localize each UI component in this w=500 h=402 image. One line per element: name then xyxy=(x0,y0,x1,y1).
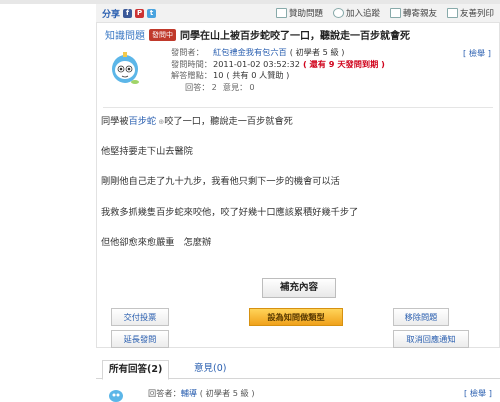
print-button[interactable]: 友善列印 xyxy=(446,7,494,19)
coin-icon xyxy=(275,8,287,18)
question-title-row: 知識問題 發問中 同學在山上被百步蛇咬了一口，聽說走一百步就會死 xyxy=(105,27,410,42)
snake-keyword-link[interactable]: 百步蛇 xyxy=(129,116,157,127)
points-value: 10 xyxy=(213,70,224,80)
opinions-label: 意見： xyxy=(222,81,248,92)
supplement-button[interactable]: 補充內容 xyxy=(262,278,336,298)
points-note: ( 共有 0 人贊助 ) xyxy=(226,70,290,80)
add-follow-label: 加入追蹤 xyxy=(345,9,380,19)
body-line-1: 同學被百步蛇 ⊕咬了一口，聽說走一百步就會死 xyxy=(101,113,293,127)
forward-friend-button[interactable]: 轉寄親友 xyxy=(389,7,437,19)
body-line-1-post: 咬了一口，聽說走一百步就會死 xyxy=(164,116,293,127)
search-icon: ⊕ xyxy=(156,118,165,126)
time-label: 發問時間： xyxy=(171,58,212,69)
tab-opinions[interactable]: 意見(0) xyxy=(188,360,232,378)
answerer-label: 回答者： xyxy=(148,388,181,398)
printer-icon xyxy=(446,8,458,18)
answers-count: 2 xyxy=(211,81,217,92)
question-toolbar: 分享 f P t 贊助問題 加入追蹤 轉寄親友 友善列印 xyxy=(96,4,500,23)
body-line-4: 我救多抓幾隻百步蛇來咬他，咬了好幾十口應該累積好幾千步了 xyxy=(101,207,359,218)
answerer-name-link[interactable]: 輔導 xyxy=(181,388,197,398)
question-panel: 知識問題 發問中 同學在山上被百步蛇咬了一口，聽說走一百步就會死 發問者： 紅包… xyxy=(96,22,500,348)
status-badge: 發問中 xyxy=(149,28,176,41)
question-category: 知識問題 xyxy=(105,31,145,42)
set-interesting-button[interactable]: 設為知問做類型 xyxy=(249,308,343,326)
answer-item: 回答者：輔導 ( 初學者 5 級 ) [ 檢舉 ] xyxy=(96,384,500,402)
answerer-level: ( 初學者 5 級 ) xyxy=(199,388,255,398)
add-follow-button[interactable]: 加入追蹤 xyxy=(332,7,380,19)
cancel-notify-button[interactable]: 取消回應通知 xyxy=(393,330,469,348)
asker-name-link[interactable]: 紅包禮金我有包六百 xyxy=(213,47,287,59)
body-line-5: 但他卻愈來愈嚴重 怎麼辦 xyxy=(101,237,212,248)
opinions-count: 0 xyxy=(249,81,255,92)
asker-level: ( 初學者 5 級 ) xyxy=(289,47,345,57)
vote-button[interactable]: 交付投票 xyxy=(111,308,169,326)
time-remaining: ( 還有 9 天發問到期 ) xyxy=(302,58,385,69)
body-line-3: 剛剛他自己走了九十九步，我看他只剩下一步的機會可以活 xyxy=(101,176,340,187)
asker-label: 發問者： xyxy=(171,47,204,57)
question-time: 2011-01-02 03:52:32 xyxy=(213,58,300,69)
answerer-avatar-icon[interactable] xyxy=(108,387,124,402)
tab-all-answers[interactable]: 所有回答(2) xyxy=(102,360,170,380)
plus-icon xyxy=(332,8,344,18)
asker-avatar-icon[interactable] xyxy=(109,49,141,87)
meta-divider xyxy=(103,107,493,108)
plurk-share-icon[interactable]: P xyxy=(135,8,145,18)
body-line-1-pre: 同學被 xyxy=(101,116,129,127)
extend-question-button[interactable]: 延長發問 xyxy=(111,330,169,348)
twitter-share-icon[interactable]: t xyxy=(147,8,157,18)
sponsor-question-button[interactable]: 贊助問題 xyxy=(275,7,323,19)
body-line-2: 他堅持要走下山去醫院 xyxy=(101,146,193,157)
question-meta: 發問者： 紅包禮金我有包六百 ( 初學者 5 級 ) 發問時間： 2011-01… xyxy=(171,47,471,93)
facebook-share-icon[interactable]: f xyxy=(123,8,133,18)
forward-friend-label: 轉寄親友 xyxy=(402,9,437,19)
mail-icon xyxy=(389,8,401,18)
answers-label: 回答： xyxy=(185,81,210,92)
share-label: 分享 xyxy=(102,9,121,20)
answer-tabs: 所有回答(2) 意見(0) xyxy=(96,358,500,380)
sponsor-question-label: 贊助問題 xyxy=(288,9,323,19)
question-title: 同學在山上被百步蛇咬了一口，聽說走一百步就會死 xyxy=(180,31,410,42)
print-label: 友善列印 xyxy=(459,9,494,19)
points-label: 解答贈點： xyxy=(171,70,212,80)
answer-report-link[interactable]: [ 檢舉 ] xyxy=(464,387,492,399)
move-question-button[interactable]: 移除問題 xyxy=(393,308,449,326)
answerer-meta: 回答者：輔導 ( 初學者 5 級 ) xyxy=(148,387,255,399)
report-link[interactable]: [ 檢舉 ] xyxy=(463,47,491,59)
